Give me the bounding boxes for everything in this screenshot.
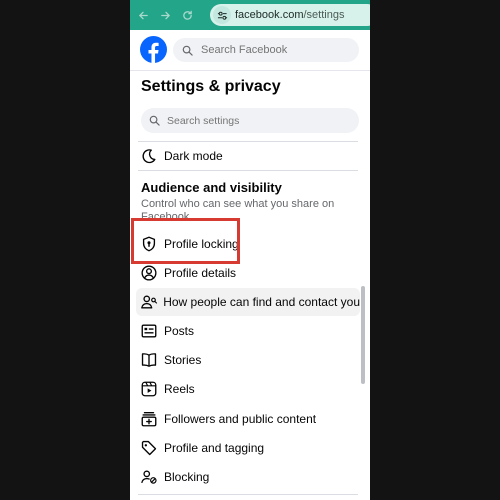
settings-item-label: Profile details [164, 266, 237, 280]
moon-icon [138, 145, 160, 167]
back-button[interactable] [132, 0, 154, 30]
facebook-header [130, 30, 370, 71]
posts-icon [138, 320, 160, 342]
scrollbar[interactable] [361, 286, 365, 384]
url-path: /settings [303, 9, 345, 21]
settings-search-input[interactable] [165, 113, 349, 128]
forward-arrow-icon [160, 11, 170, 19]
settings-item-find-and-contact[interactable]: How people can find and contact you [136, 288, 360, 316]
reload-button[interactable] [176, 0, 198, 30]
url-domain: facebook.com [235, 9, 304, 21]
settings-search-bar[interactable] [141, 108, 359, 133]
browser-toolbar: facebook.com/settings [130, 0, 370, 30]
divider [138, 170, 358, 171]
settings-item-label: Blocking [164, 470, 210, 484]
shield-lock-icon [138, 233, 160, 255]
search-icon [182, 45, 193, 56]
site-info-button[interactable] [213, 6, 231, 24]
settings-item-posts[interactable]: Posts [136, 317, 360, 345]
settings-item-label: Profile and tagging [164, 441, 265, 455]
section-description: Control who can see what you share on Fa… [141, 198, 335, 222]
tag-icon [138, 437, 160, 459]
search-icon [149, 115, 160, 126]
facebook-search-input[interactable] [199, 43, 353, 57]
reels-icon [138, 378, 160, 400]
facebook-logo-icon[interactable] [140, 36, 167, 63]
page-title: Settings & privacy [141, 78, 281, 95]
settings-item-label: Stories [164, 353, 202, 367]
settings-item-label: Followers and public content [164, 412, 317, 426]
url-text: facebook.com/settings [235, 9, 344, 21]
facebook-search-bar[interactable] [173, 38, 359, 62]
section-title: Audience and visibility [141, 180, 282, 195]
settings-item-label: Dark mode [164, 149, 223, 163]
settings-item-stories[interactable]: Stories [136, 346, 360, 374]
divider [138, 494, 358, 495]
settings-item-label: Profile locking [164, 237, 239, 251]
settings-item-label: Posts [164, 324, 195, 338]
reload-icon [182, 10, 192, 20]
phone-screen: facebook.com/settings Settings & privacy… [130, 0, 370, 500]
settings-item-label: How people can find and contact you [163, 295, 360, 309]
settings-item-dark-mode[interactable]: Dark mode [136, 142, 360, 170]
stories-icon [138, 349, 160, 371]
profile-icon [138, 262, 160, 284]
find-people-icon [138, 291, 159, 313]
back-arrow-icon [138, 11, 148, 19]
settings-item-blocking[interactable]: Blocking [136, 463, 360, 491]
address-bar[interactable]: facebook.com/settings [210, 4, 370, 26]
blocking-icon [138, 466, 160, 488]
settings-item-label: Reels [164, 382, 195, 396]
settings-item-profile-tagging[interactable]: Profile and tagging [136, 434, 360, 462]
settings-item-followers-public-content[interactable]: Followers and public content [136, 405, 360, 433]
tune-icon [217, 11, 227, 20]
forward-button[interactable] [154, 0, 176, 30]
settings-item-reels[interactable]: Reels [136, 375, 360, 403]
settings-item-profile-locking[interactable]: Profile locking [136, 230, 360, 258]
settings-item-profile-details[interactable]: Profile details [136, 259, 360, 287]
followers-icon [138, 408, 160, 430]
